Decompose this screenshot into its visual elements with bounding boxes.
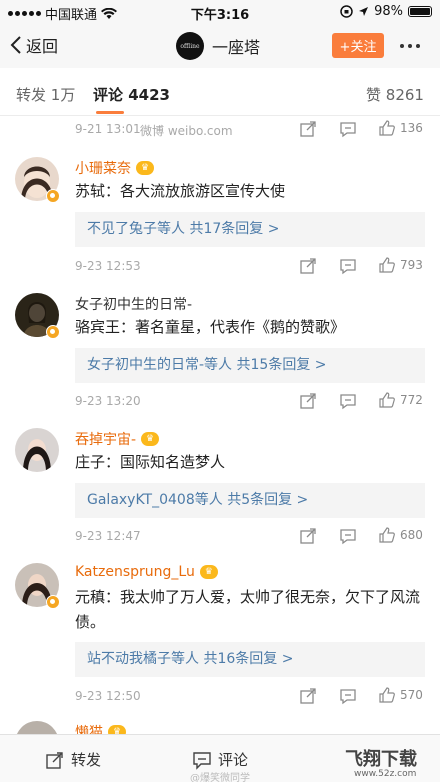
- thumbs-up-icon: [379, 687, 395, 703]
- repost-icon[interactable]: [298, 526, 318, 546]
- comment-source: 微博 weibo.com: [140, 124, 233, 138]
- repost-icon[interactable]: [298, 119, 318, 139]
- chevron-left-icon: [10, 36, 21, 54]
- reply-icon[interactable]: [338, 526, 358, 546]
- like-button[interactable]: 793: [378, 256, 423, 274]
- thumbs-up-icon: [379, 392, 395, 408]
- comment-text: 庄子：国际知名造梦人: [75, 453, 226, 471]
- like-button[interactable]: 680: [378, 526, 423, 544]
- like-count: 570: [400, 688, 423, 702]
- comment-username[interactable]: 懒猫 ♛: [75, 722, 126, 734]
- comment-meta: 9-23 12:53 793: [0, 254, 440, 280]
- more-icon[interactable]: [400, 44, 420, 48]
- tab-comments[interactable]: 评论 4423: [93, 84, 170, 105]
- comment-username[interactable]: 小珊菜奈 ♛: [75, 158, 154, 178]
- thumbs-up-icon: [379, 120, 395, 136]
- reply-summary[interactable]: 站不动我橘子等人 共16条回复 >: [75, 642, 425, 677]
- vip-crown-icon: ♛: [108, 725, 126, 734]
- status-bar: 中国联通 下午3:16 98%: [0, 0, 440, 24]
- active-tab-indicator: [96, 111, 124, 114]
- like-button[interactable]: 570: [378, 686, 423, 704]
- comment-button[interactable]: 评论: [192, 749, 248, 770]
- comment-username[interactable]: 女子初中生的日常-: [75, 294, 192, 314]
- comment-text: 骆宾王：著名童星，代表作《鹅的赞歌》: [75, 318, 346, 336]
- back-button[interactable]: 返回: [10, 33, 58, 57]
- reply-icon[interactable]: [338, 256, 358, 276]
- comment-meta: 9-23 12:50 570: [0, 684, 440, 710]
- author-name: 一座塔: [212, 38, 261, 57]
- thumbs-up-icon: [379, 257, 395, 273]
- comment-date: 9-21 13:01: [75, 122, 141, 136]
- tab-reposts[interactable]: 转发 1万: [16, 84, 75, 105]
- comment-feed[interactable]: 9-21 13:01 微博 weibo.com 136 小珊菜奈 ♛ 苏轼：各大…: [0, 117, 440, 734]
- location-icon: [359, 7, 369, 16]
- watermark: @爆笑微同学: [190, 773, 250, 782]
- reply-summary[interactable]: 不见了兔子等人 共17条回复 >: [75, 212, 425, 247]
- vip-crown-icon: ♛: [199, 565, 218, 579]
- repost-icon[interactable]: [298, 686, 318, 706]
- comment-date: 9-23 12:50: [75, 689, 141, 703]
- reply-icon[interactable]: [338, 391, 358, 411]
- avatar[interactable]: [15, 721, 59, 734]
- comment-date: 9-23 13:20: [75, 394, 141, 408]
- tab-likes[interactable]: 赞 8261: [366, 84, 424, 105]
- site-logo: 飞翔下载: [345, 749, 417, 770]
- bottom-action-bar: 转发 评论 @爆笑微同学 飞翔下载 www.52z.com: [0, 734, 440, 782]
- repost-icon[interactable]: [298, 391, 318, 411]
- comment-meta: 9-21 13:01 微博 weibo.com 136: [0, 117, 440, 143]
- back-label: 返回: [26, 37, 59, 56]
- thumbs-up-icon: [379, 527, 395, 543]
- verified-badge-icon: [46, 325, 60, 339]
- comment-meta: 9-23 13:20 772: [0, 389, 440, 415]
- repost-icon: [46, 751, 63, 769]
- comment-text: 元稹：我太帅了万人爱，太帅了很无奈，欠下了风流债。: [75, 588, 421, 631]
- tab-bar: 转发 1万 评论 4423 赞 8261: [0, 68, 440, 116]
- comment-date: 9-23 12:53: [75, 259, 141, 273]
- comment-username[interactable]: Katzensprung_Lu ♛: [75, 564, 218, 580]
- comment-username[interactable]: 吞掉宇宙- ♛: [75, 429, 160, 449]
- like-count: 136: [400, 121, 423, 135]
- reply-icon[interactable]: [338, 686, 358, 706]
- orientation-lock-icon: [340, 5, 353, 18]
- nav-bar: 返回 offline 一座塔 +关注: [0, 24, 440, 68]
- battery-level: [410, 8, 430, 15]
- comment-icon: [193, 751, 211, 770]
- like-count: 772: [400, 393, 423, 407]
- vip-crown-icon: ♛: [141, 432, 160, 446]
- site-logo-url: www.52z.com: [354, 769, 417, 779]
- reply-icon[interactable]: [338, 119, 358, 139]
- follow-button[interactable]: +关注: [332, 33, 384, 58]
- avatar[interactable]: [15, 428, 59, 472]
- comment-text: 苏轼：各大流放旅游区宣传大使: [75, 182, 286, 200]
- like-count: 680: [400, 528, 423, 542]
- verified-badge-icon: [46, 595, 60, 609]
- reply-summary[interactable]: GalaxyKT_0408等人 共5条回复 >: [75, 483, 425, 518]
- reply-summary[interactable]: 女子初中生的日常-等人 共15条回复 >: [75, 348, 425, 383]
- verified-badge-icon: [46, 189, 60, 203]
- like-count: 793: [400, 258, 423, 272]
- comment-date: 9-23 12:47: [75, 529, 141, 543]
- vip-crown-icon: ♛: [136, 161, 154, 175]
- battery-percent: 98%: [374, 4, 403, 19]
- like-button[interactable]: 772: [378, 391, 423, 409]
- comment-meta: 9-23 12:47 680: [0, 524, 440, 550]
- battery-icon: [408, 6, 432, 17]
- author-avatar: offline: [176, 32, 204, 60]
- repost-button[interactable]: 转发: [45, 749, 101, 770]
- like-button[interactable]: 136: [378, 119, 423, 137]
- repost-icon[interactable]: [298, 256, 318, 276]
- author-header[interactable]: offline 一座塔: [176, 32, 260, 60]
